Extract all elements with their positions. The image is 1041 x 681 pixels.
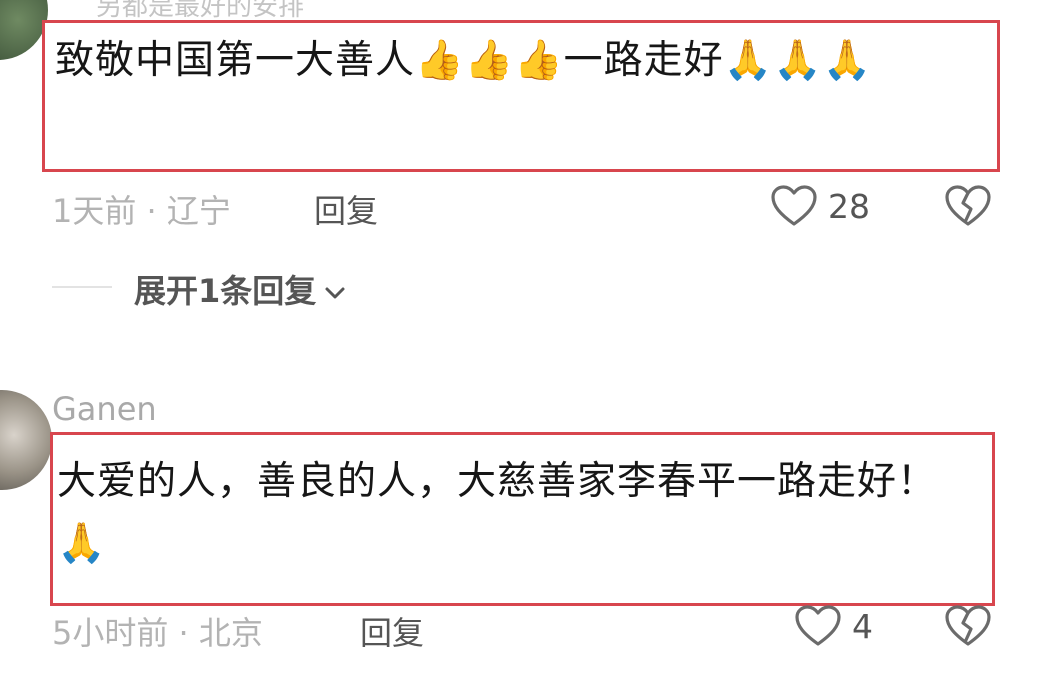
like-button[interactable]: 4	[794, 604, 873, 648]
avatar[interactable]	[0, 390, 52, 490]
comment-username[interactable]: Ganen	[52, 390, 157, 428]
chevron-down-icon	[324, 270, 346, 308]
comment-meta: 1天前 · 辽宁	[52, 192, 231, 230]
comment-text: 致敬中国第一大善人👍👍👍一路走好🙏🙏🙏	[55, 38, 873, 83]
reply-button[interactable]: 回复	[360, 608, 424, 654]
heart-icon	[770, 184, 818, 228]
comment-meta: 5小时前 · 北京	[52, 614, 263, 652]
comment-text: 大爱的人，善良的人，大慈善家李春平一路走好！ 🙏	[57, 459, 938, 566]
broken-heart-icon[interactable]	[944, 184, 992, 228]
expand-replies-button[interactable]: 展开1条回复	[134, 266, 346, 312]
highlighted-comment: 大爱的人，善良的人，大慈善家李春平一路走好！ 🙏	[50, 432, 995, 606]
avatar[interactable]	[0, 0, 48, 60]
broken-heart-icon[interactable]	[944, 604, 992, 648]
expand-replies-label: 展开1条回复	[134, 272, 317, 310]
like-count: 4	[852, 606, 873, 646]
highlighted-comment: 致敬中国第一大善人👍👍👍一路走好🙏🙏🙏	[42, 20, 1000, 172]
reply-button[interactable]: 回复	[314, 186, 378, 232]
heart-icon	[794, 604, 842, 648]
like-count: 28	[828, 186, 870, 226]
like-button[interactable]: 28	[770, 184, 870, 228]
divider	[52, 286, 112, 288]
